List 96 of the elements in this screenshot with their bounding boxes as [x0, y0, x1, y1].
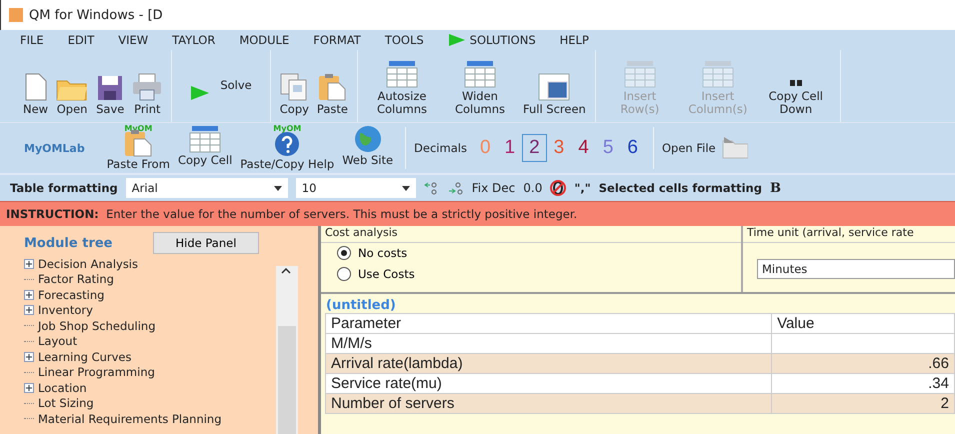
tree-item[interactable]: Learning Curves [24, 349, 318, 364]
grid-icon [386, 60, 418, 88]
table-cell[interactable]: 2 [772, 394, 954, 414]
table-cell[interactable]: .66 [772, 354, 954, 374]
bold-button[interactable]: B [770, 180, 781, 196]
toolbar-button[interactable]: New [20, 50, 52, 122]
hide-panel-button[interactable]: Hide Panel [152, 232, 260, 254]
play-icon [190, 85, 210, 101]
dropdown-caret-icon[interactable] [274, 186, 282, 190]
expand-icon[interactable] [24, 258, 34, 269]
tree-item[interactable]: Lot Sizing [24, 396, 318, 411]
toolbar-button[interactable]: Solve [178, 50, 264, 122]
column-header: Parameter [326, 314, 772, 334]
table-cell[interactable]: .34 [772, 374, 954, 394]
tree-item[interactable]: Material Requirements Planning [24, 411, 318, 426]
toolbar-button[interactable]: Copy Cell [174, 129, 236, 167]
grid-icon [189, 125, 222, 153]
tree-item[interactable]: Forecasting [24, 287, 318, 302]
decimal-places-button[interactable]: 2 [522, 134, 547, 162]
expand-icon[interactable] [24, 352, 34, 362]
toolbar-button[interactable]: Full Screen [520, 50, 589, 122]
decimal-places-button[interactable]: 6 [620, 134, 645, 162]
table-cell[interactable]: M/M/s [326, 334, 772, 354]
toolbar-button[interactable]: MyOM Paste/Copy Help [236, 125, 338, 171]
copy-icon [280, 72, 308, 101]
table-cell[interactable]: Arrival rate(lambda) [326, 354, 772, 374]
expand-icon[interactable] [24, 382, 34, 393]
decimal-places-button[interactable]: 1 [498, 134, 522, 162]
tree-item[interactable]: Layout [24, 334, 318, 349]
decimal-places-button[interactable]: 4 [571, 134, 596, 162]
menu-item[interactable]: FILE [8, 33, 56, 47]
toolbar-button[interactable]: Paste [314, 50, 351, 122]
table-title: (untitled) [325, 297, 397, 313]
column-header: Value [772, 314, 954, 334]
scrollbar[interactable] [276, 266, 298, 434]
open-file-label[interactable]: Open File [662, 141, 716, 155]
menu-item[interactable]: EDIT [56, 33, 106, 47]
radio-option[interactable]: Use Costs [321, 264, 415, 285]
grid-icon [702, 60, 734, 88]
table-cell[interactable]: Service rate(mu) [326, 374, 772, 394]
tree-item[interactable]: Inventory [24, 302, 318, 318]
help-icon [274, 131, 300, 157]
tree-item[interactable]: Location [24, 380, 318, 396]
menu-item[interactable]: FORMAT [301, 33, 373, 47]
dropdown-caret-icon[interactable] [402, 186, 410, 190]
zero-format-button[interactable]: 0.0 [523, 181, 542, 195]
grid-icon [464, 60, 496, 88]
table-cell[interactable] [772, 334, 954, 354]
toolbar-button[interactable]: Web Site [338, 129, 398, 167]
window-title: QM for Windows - [D [29, 8, 163, 22]
menu-item[interactable]: TAYLOR [160, 33, 228, 47]
menu-item[interactable]: MODULE [227, 33, 302, 47]
window-icon [538, 72, 570, 101]
app-logo-icon [9, 8, 23, 22]
toolbar-button[interactable]: Copy Cell Down [758, 50, 834, 122]
toolbar-button[interactable]: Widen Columns [442, 50, 518, 122]
toolbar-button[interactable]: Open [53, 50, 92, 122]
table-formatting-label: Table formatting [10, 181, 118, 195]
quote-icon [790, 80, 802, 88]
expand-icon[interactable] [24, 305, 34, 316]
fix-dec-button[interactable]: Fix Dec [472, 181, 516, 195]
time-unit-title: Time unit (arrival, service rate [743, 226, 955, 243]
myomlab-label: MyOMLab [23, 142, 86, 154]
menu-item[interactable]: TOOLS [372, 33, 436, 47]
selected-cells-label: Selected cells formatting [598, 181, 762, 195]
radio-option[interactable]: No costs [321, 243, 408, 264]
toolbar-button[interactable]: Save [93, 50, 128, 122]
printer-icon [132, 72, 162, 101]
menu-item[interactable]: VIEW [106, 33, 160, 47]
time-unit-field[interactable]: Minutes [757, 259, 955, 279]
scroll-up-icon[interactable] [281, 268, 291, 274]
decimals-label: Decimals [414, 141, 467, 155]
toolbar-button[interactable]: Print [129, 50, 166, 122]
menu-item[interactable]: HELP [548, 33, 601, 47]
play-icon [448, 33, 466, 47]
menu-item[interactable]: SOLUTIONS [436, 33, 548, 47]
expand-icon[interactable] [24, 290, 34, 300]
grid-icon [624, 60, 656, 88]
no-zero-icon[interactable] [550, 180, 566, 196]
instruction-text: INSTRUCTION: Enter the value for the number of servers. This must be a strictly positive integer. [0, 201, 955, 226]
comma-format-button[interactable]: "," [574, 181, 591, 195]
font-select[interactable]: Arial [126, 178, 288, 198]
globe-icon [354, 125, 382, 153]
tree-item[interactable]: Job Shop Scheduling [24, 318, 318, 334]
document-icon [24, 72, 47, 101]
table-cell[interactable]: Number of servers [326, 394, 772, 414]
clipboard-icon [318, 72, 346, 101]
tree-item[interactable]: Decision Analysis [24, 256, 318, 272]
module-tree-title: Module tree [24, 236, 112, 250]
cost-analysis-title: Cost analysis [321, 226, 741, 243]
toolbar-button[interactable]: Copy [276, 50, 312, 122]
tree-item[interactable]: Linear Programming [24, 364, 318, 380]
font-size-select[interactable]: 10 [296, 178, 416, 198]
tree-item[interactable]: Factor Rating [24, 272, 318, 287]
toolbar-button[interactable]: Autosize Columns [364, 50, 440, 122]
decrease-decimal-icon[interactable] [448, 181, 464, 195]
